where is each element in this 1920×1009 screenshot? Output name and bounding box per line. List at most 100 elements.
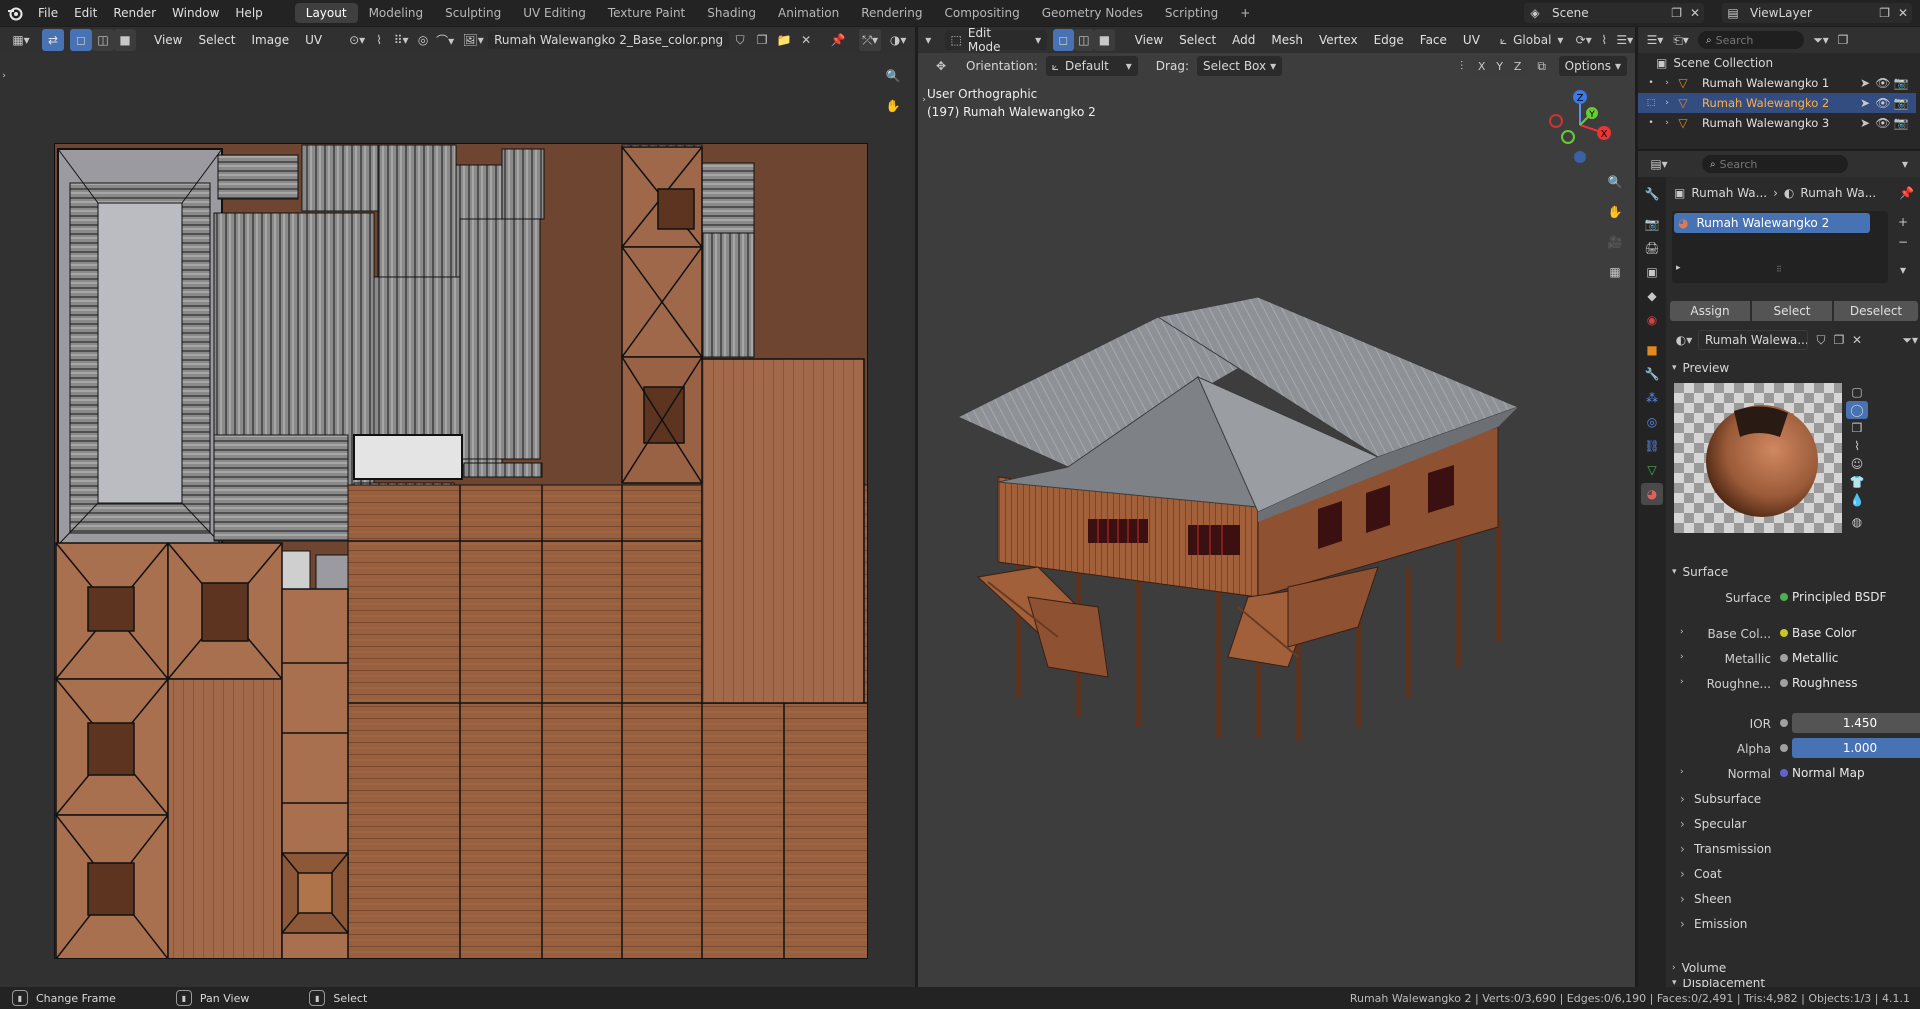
unlink-material-icon[interactable]: ✕ (1848, 333, 1866, 347)
shader-input-field[interactable]: Metallic (1774, 648, 1920, 668)
scene-tab-icon[interactable]: ◆ (1641, 285, 1663, 307)
link-mode-icon[interactable]: ⏷▾ (1902, 333, 1918, 348)
subsection-emission[interactable]: › Emission (1680, 913, 1747, 935)
object-tab-icon[interactable]: ■ (1641, 339, 1663, 361)
menu-file[interactable]: File (30, 6, 66, 20)
preview-monkey-icon[interactable]: ☺ (1846, 455, 1868, 473)
pan-view-icon[interactable]: ✋ (1604, 201, 1626, 223)
edit-mode-indicator-icon[interactable]: ⬚ (1644, 93, 1658, 113)
options-dropdown[interactable]: Options ▾ (1558, 56, 1627, 76)
transform-orientation-selector[interactable]: ⟀ Global ▾ (1500, 33, 1564, 48)
physics-tab-icon[interactable]: ◎ (1641, 411, 1663, 433)
preview-flat-icon[interactable]: ▢ (1846, 383, 1868, 401)
camera-view-icon[interactable]: 🎥 (1604, 231, 1626, 253)
render-camera-icon[interactable]: 📷 (1892, 113, 1910, 133)
mirror-y-toggle[interactable]: Y (1490, 57, 1509, 75)
slot-specials-icon[interactable]: ▾ (1894, 261, 1912, 279)
topology-mirror-icon[interactable]: ⧉ (1531, 55, 1553, 77)
workspace-tab-rendering[interactable]: Rendering (850, 3, 933, 23)
workspace-tab-animation[interactable]: Animation (767, 3, 850, 23)
expand-chevron-icon[interactable]: › (1662, 113, 1672, 133)
move-tool-icon[interactable]: ✥ (930, 59, 952, 73)
material-browse-icon[interactable]: ◐▾ (1670, 333, 1698, 347)
chevron-right-icon[interactable]: › (1680, 652, 1684, 662)
edge-select-icon[interactable]: ◫ (92, 29, 114, 51)
chevron-right-icon[interactable]: › (1680, 627, 1684, 637)
expand-chevron-icon[interactable]: › (1662, 93, 1672, 113)
drag-dropdown[interactable]: Select Box ▾ (1196, 56, 1283, 76)
viewport-menu-select[interactable]: Select (1171, 33, 1224, 47)
scene-selector[interactable]: ◈ Scene ❐ ✕ (1524, 3, 1704, 23)
outliner-item[interactable]: • › ▽ Rumah Walewangko 1 ➤ 👁 📷 (1638, 73, 1916, 93)
ior-field[interactable]: 1.450 (1792, 713, 1920, 733)
face-mode-icon[interactable]: ■ (1094, 29, 1115, 51)
zoom-view-icon[interactable]: 🔍 (1604, 171, 1626, 193)
proportional-edit-icon[interactable]: ◎ (412, 29, 434, 51)
uv-menu-view[interactable]: View (146, 33, 190, 47)
viewport-menu-face[interactable]: Face (1412, 33, 1455, 47)
deselect-button[interactable]: Deselect (1834, 301, 1918, 321)
uv-menu-uv[interactable]: UV (297, 33, 330, 47)
render-camera-icon[interactable]: 📷 (1892, 73, 1910, 93)
delete-viewlayer-icon[interactable]: ✕ (1898, 6, 1908, 20)
house-3d-model[interactable] (958, 297, 1538, 757)
world-tab-icon[interactable]: ◉ (1641, 309, 1663, 331)
viewport-editor-type-icon[interactable]: ▾ (918, 29, 939, 51)
workspace-tab-scripting[interactable]: Scripting (1154, 3, 1229, 23)
scene-collection-row[interactable]: ▣ Scene Collection (1656, 53, 1773, 73)
constraints-tab-icon[interactable]: ⛓ (1641, 435, 1663, 457)
material-name-field[interactable]: Rumah Walewa... (1698, 330, 1808, 350)
viewport-menu-uv[interactable]: UV (1455, 33, 1488, 47)
shader-input-field[interactable]: Roughness (1774, 673, 1920, 693)
add-slot-icon[interactable]: + (1894, 213, 1912, 231)
viewport-menu-view[interactable]: View (1127, 33, 1171, 47)
selectable-toggle-icon[interactable]: ➤ (1856, 113, 1874, 133)
pin-icon[interactable]: 📌 (827, 29, 849, 51)
workspace-tab-texture-paint[interactable]: Texture Paint (597, 3, 696, 23)
visibility-eye-icon[interactable]: 👁 (1874, 93, 1892, 113)
edit-mode-indicator-icon[interactable]: • (1644, 73, 1658, 93)
workspace-tab-geometry-nodes[interactable]: Geometry Nodes (1031, 3, 1154, 23)
data-tab-icon[interactable]: ▽ (1641, 459, 1663, 481)
properties-search[interactable]: ⌕ Search (1702, 155, 1848, 173)
menu-window[interactable]: Window (164, 6, 227, 20)
chevron-right-icon[interactable]: › (1680, 677, 1684, 687)
preview-fluid-icon[interactable]: 💧 (1846, 491, 1868, 509)
render-camera-icon[interactable]: 📷 (1892, 93, 1910, 113)
normal-field[interactable]: Normal Map (1774, 763, 1920, 783)
alpha-field[interactable]: 1.000 (1792, 738, 1920, 758)
displacement-panel-header[interactable]: ▾ Displacement (1666, 979, 1920, 987)
preview-hair-icon[interactable]: ⌇ (1846, 437, 1868, 455)
subsection-coat[interactable]: › Coat (1680, 863, 1722, 885)
face-select-icon[interactable]: ■ (114, 29, 136, 51)
subsection-sheen[interactable]: › Sheen (1680, 888, 1732, 910)
new-collection-icon[interactable]: ❐ (1832, 29, 1854, 51)
uv-texture-canvas[interactable] (54, 143, 868, 959)
view-layer-tab-icon[interactable]: ▣ (1641, 261, 1663, 283)
viewport-menu-edge[interactable]: Edge (1366, 33, 1412, 47)
list-expand-icon[interactable]: ▸ (1676, 263, 1681, 273)
properties-editor-type-icon[interactable]: ▤▾ (1648, 153, 1670, 175)
grid-view-icon[interactable]: ▦ (1604, 261, 1626, 283)
workspace-tab-uv-editing[interactable]: UV Editing (512, 3, 597, 23)
menu-help[interactable]: Help (227, 6, 270, 20)
subsection-transmission[interactable]: › Transmission (1680, 838, 1772, 860)
open-image-icon[interactable]: 📁 (773, 29, 795, 51)
navigation-gizmo[interactable]: Z X Y (1540, 87, 1620, 167)
preview-world-icon[interactable]: ◍ (1846, 513, 1868, 531)
viewlayer-selector[interactable]: ▤ ViewLayer ❐ ✕ (1722, 3, 1912, 23)
viewport-menu-mesh[interactable]: Mesh (1263, 33, 1311, 47)
surface-shader-field[interactable]: Principled BSDF (1774, 587, 1920, 607)
modifier-tab-icon[interactable]: 🔧 (1641, 363, 1663, 385)
select-button[interactable]: Select (1752, 301, 1832, 321)
material-tab-icon[interactable]: ◕ (1641, 483, 1663, 505)
copy-viewlayer-icon[interactable]: ❐ (1879, 6, 1890, 20)
toolbar-toggle-icon[interactable]: › (0, 69, 8, 83)
image-browse-icon[interactable]: 🖼▾ (462, 29, 484, 51)
uv-sync-selection-icon[interactable]: ⇄ (42, 29, 64, 51)
mirror-z-toggle[interactable]: Z (1508, 57, 1527, 75)
edge-mode-icon[interactable]: ◫ (1073, 29, 1095, 51)
snap-settings-icon[interactable]: ☰▾ (1614, 29, 1635, 51)
selectable-toggle-icon[interactable]: ➤ (1856, 93, 1874, 113)
fake-user-icon[interactable]: ⛉ (729, 29, 751, 51)
